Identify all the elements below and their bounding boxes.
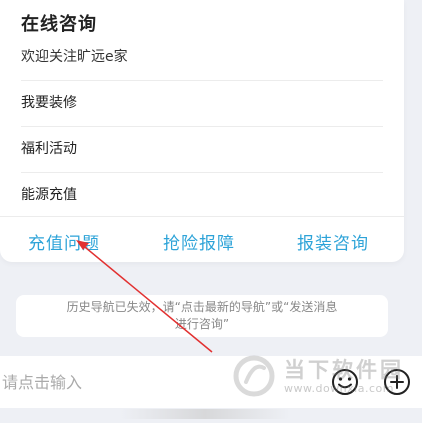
smiley-face-icon[interactable] xyxy=(330,367,360,397)
message-input[interactable] xyxy=(0,364,322,400)
card-title: 在线咨询 xyxy=(21,14,97,35)
quick-link-installation-consult[interactable]: 报装咨询 xyxy=(297,229,369,254)
quick-link-emergency-repair[interactable]: 抢险报障 xyxy=(163,229,235,254)
notice-line-2: 进行咨询” xyxy=(174,317,230,331)
menu-item-benefits[interactable]: 福利活动 xyxy=(21,126,383,171)
message-input-bar xyxy=(0,356,422,408)
expired-navigation-notice: 历史导航已失效，请“点击最新的导航”或“发送消息 进行咨询” xyxy=(16,295,388,337)
plus-circle-icon[interactable] xyxy=(382,367,412,397)
consult-card: 在线咨询 欢迎关注旷远e家 我要装修 福利活动 能源充值 充值问题 抢险报障 报… xyxy=(0,0,404,262)
bottom-strip xyxy=(0,408,422,423)
quick-links-row: 充值问题 抢险报障 报装咨询 xyxy=(0,216,404,263)
bottom-hint-bar xyxy=(120,409,290,419)
notice-line-1: 历史导航已失效，请“点击最新的导航”或“发送消息 xyxy=(66,300,338,314)
menu-item-renovation[interactable]: 我要装修 xyxy=(21,80,383,125)
menu-item-energy-recharge[interactable]: 能源充值 xyxy=(21,172,383,217)
card-subtitle: 欢迎关注旷远e家 xyxy=(21,49,128,65)
quick-link-recharge-issue[interactable]: 充值问题 xyxy=(28,229,100,254)
